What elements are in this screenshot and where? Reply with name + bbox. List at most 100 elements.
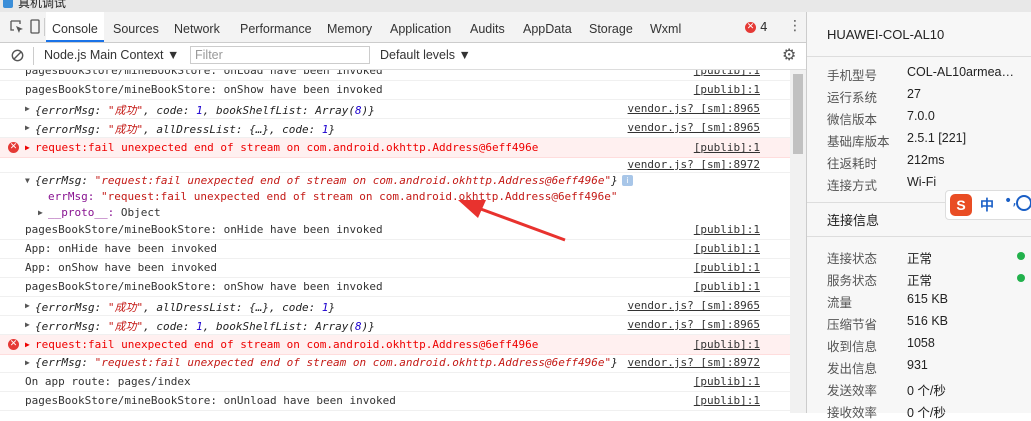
ime-punctuation[interactable]: •, xyxy=(1004,193,1017,209)
tab-sources[interactable]: Sources xyxy=(113,12,159,42)
source-link[interactable]: [publib]:1 xyxy=(694,141,760,154)
tab-wxml[interactable]: Wxml xyxy=(650,12,681,42)
tab-storage[interactable]: Storage xyxy=(589,12,633,42)
info-row: 接收效率 0 个/秒 xyxy=(827,402,1027,420)
console-message: request:fail unexpected end of stream on… xyxy=(35,338,539,351)
info-icon[interactable]: i xyxy=(622,175,633,186)
source-link[interactable]: [publib]:1 xyxy=(694,70,760,77)
connection-title: 连接信息 xyxy=(827,213,880,228)
source-link[interactable]: [publib]:1 xyxy=(694,261,760,274)
info-row: 连接状态 正常 xyxy=(827,248,1027,266)
error-count[interactable]: 4 xyxy=(760,20,768,34)
console-message: request:fail unexpected end of stream on… xyxy=(35,141,539,154)
info-key: 接收效率 xyxy=(827,406,878,420)
info-row: 服务状态 正常 xyxy=(827,270,1027,288)
info-key: 运行系统 xyxy=(827,91,878,105)
devtools-tabbar: Console Sources Network Performance Memo… xyxy=(0,12,806,43)
console-message: App: onHide have been invoked xyxy=(25,242,218,255)
console-message: __proto__: Object xyxy=(48,206,161,219)
expand-right-icon[interactable]: ▶ xyxy=(38,208,43,217)
console-row: errMsg: "request:fail unexpected end of … xyxy=(0,188,790,204)
info-key: 流量 xyxy=(827,296,853,310)
info-value: 931 xyxy=(907,358,928,372)
info-row: 往返耗时 212ms xyxy=(827,153,1027,171)
source-link[interactable]: [publib]:1 xyxy=(694,223,760,236)
console-row: pagesBookStore/mineBookStore: onUnload h… xyxy=(0,391,790,411)
console-row: ▶ {errMsg: "request:fail unexpected end o… xyxy=(0,353,790,373)
status-ok-icon xyxy=(1017,252,1025,260)
source-link[interactable]: [publib]:1 xyxy=(694,375,760,388)
expand-right-icon[interactable]: ▶ xyxy=(25,301,30,310)
ime-emoji-icon[interactable] xyxy=(1016,195,1031,211)
console-filterbar: Node.js Main Context ▼ Filter Default le… xyxy=(0,43,806,70)
tab-performance[interactable]: Performance xyxy=(240,12,312,42)
info-row: 运行系统 27 xyxy=(827,87,1027,105)
console-message: On app route: pages/index xyxy=(25,375,191,388)
info-key: 发送效率 xyxy=(827,384,878,398)
console-message: {errorMsg: "成功", allDressList: {…}, code… xyxy=(35,301,336,314)
window-titlebar: 真机调试 xyxy=(0,0,1031,12)
console-scrollbar-thumb[interactable] xyxy=(793,74,803,154)
source-link[interactable]: vendor.js? [sm]:8965 xyxy=(628,299,760,312)
inspect-element-icon[interactable] xyxy=(10,20,24,37)
error-icon: ✕ xyxy=(8,142,19,153)
source-link[interactable]: [publib]:1 xyxy=(694,242,760,255)
console-output: pagesBookStore/mineBookStore: onUnload h… xyxy=(0,70,806,413)
console-error-row: ✕ ▶ request:fail unexpected end of stream … xyxy=(0,137,790,158)
expand-right-icon[interactable]: ▶ xyxy=(25,143,30,152)
console-row: vendor.js? [sm]:8972 xyxy=(0,156,790,173)
info-value: 27 xyxy=(907,87,921,101)
filter-input[interactable]: Filter xyxy=(190,46,370,64)
info-key: 微信版本 xyxy=(827,113,878,127)
expand-right-icon[interactable]: ▶ xyxy=(25,340,30,349)
more-options-icon[interactable]: ⋮ xyxy=(788,18,802,34)
source-link[interactable]: vendor.js? [sm]:8972 xyxy=(628,356,760,369)
console-row: pagesBookStore/mineBookStore: onLoad hav… xyxy=(0,70,790,81)
source-link[interactable]: vendor.js? [sm]:8965 xyxy=(628,318,760,331)
info-value: 2.5.1 [221] xyxy=(907,131,967,145)
expand-right-icon[interactable]: ▶ xyxy=(25,358,30,367)
source-link[interactable]: [publib]:1 xyxy=(694,394,760,407)
tab-application[interactable]: Application xyxy=(390,12,451,42)
expand-right-icon[interactable]: ▶ xyxy=(25,104,30,113)
info-row: 压缩节省 516 KB xyxy=(827,314,1027,332)
ime-language[interactable]: 中 xyxy=(980,195,994,215)
console-message: pagesBookStore/mineBookStore: onLoad hav… xyxy=(25,70,383,77)
info-row: 基础库版本 2.5.1 [221] xyxy=(827,131,1027,149)
info-row: 流量 615 KB xyxy=(827,292,1027,310)
context-selector[interactable]: Node.js Main Context ▼ xyxy=(44,48,179,62)
console-message: {errMsg: "request:fail unexpected end of… xyxy=(35,174,618,187)
console-row: ▶ {errorMsg: "成功", allDressList: {…}, cod… xyxy=(0,118,790,138)
source-link[interactable]: [publib]:1 xyxy=(694,280,760,293)
info-row: 发送效率 0 个/秒 xyxy=(827,380,1027,398)
console-message: {errorMsg: "成功", code: 1, bookShelfList:… xyxy=(35,320,375,333)
info-value: 212ms xyxy=(907,153,945,167)
expand-right-icon[interactable]: ▶ xyxy=(25,123,30,132)
info-key: 基础库版本 xyxy=(827,135,890,149)
console-message: App: onShow have been invoked xyxy=(25,261,218,274)
console-row: pagesBookStore/mineBookStore: onShow hav… xyxy=(0,277,790,297)
source-link[interactable]: [publib]:1 xyxy=(694,338,760,351)
expand-down-icon[interactable]: ▼ xyxy=(25,176,30,185)
info-value: 正常 xyxy=(907,274,933,288)
tab-appdata[interactable]: AppData xyxy=(523,12,572,42)
tab-memory[interactable]: Memory xyxy=(327,12,372,42)
error-count-icon[interactable]: ✕ xyxy=(745,22,756,33)
tab-audits[interactable]: Audits xyxy=(470,12,505,42)
log-levels-selector[interactable]: Default levels ▼ xyxy=(380,48,471,62)
info-value: 615 KB xyxy=(907,292,949,306)
source-link[interactable]: vendor.js? [sm]:8965 xyxy=(628,121,760,134)
gear-icon[interactable]: ⚙ xyxy=(782,45,796,64)
device-toggle-icon[interactable] xyxy=(30,19,40,37)
ime-toolbar[interactable]: S 中 •, xyxy=(945,190,1031,220)
tab-console[interactable]: Console xyxy=(46,12,104,42)
source-link[interactable]: vendor.js? [sm]:8965 xyxy=(628,102,760,115)
expand-right-icon[interactable]: ▶ xyxy=(25,320,30,329)
app-icon xyxy=(3,0,13,8)
clear-console-icon[interactable] xyxy=(11,49,24,65)
info-key: 压缩节省 xyxy=(827,318,878,332)
source-link[interactable]: [publib]:1 xyxy=(694,83,760,96)
console-row: ▶ {errorMsg: "成功", allDressList: {…}, cod… xyxy=(0,296,790,316)
source-link[interactable]: vendor.js? [sm]:8972 xyxy=(628,158,760,171)
tab-network[interactable]: Network xyxy=(174,12,220,42)
